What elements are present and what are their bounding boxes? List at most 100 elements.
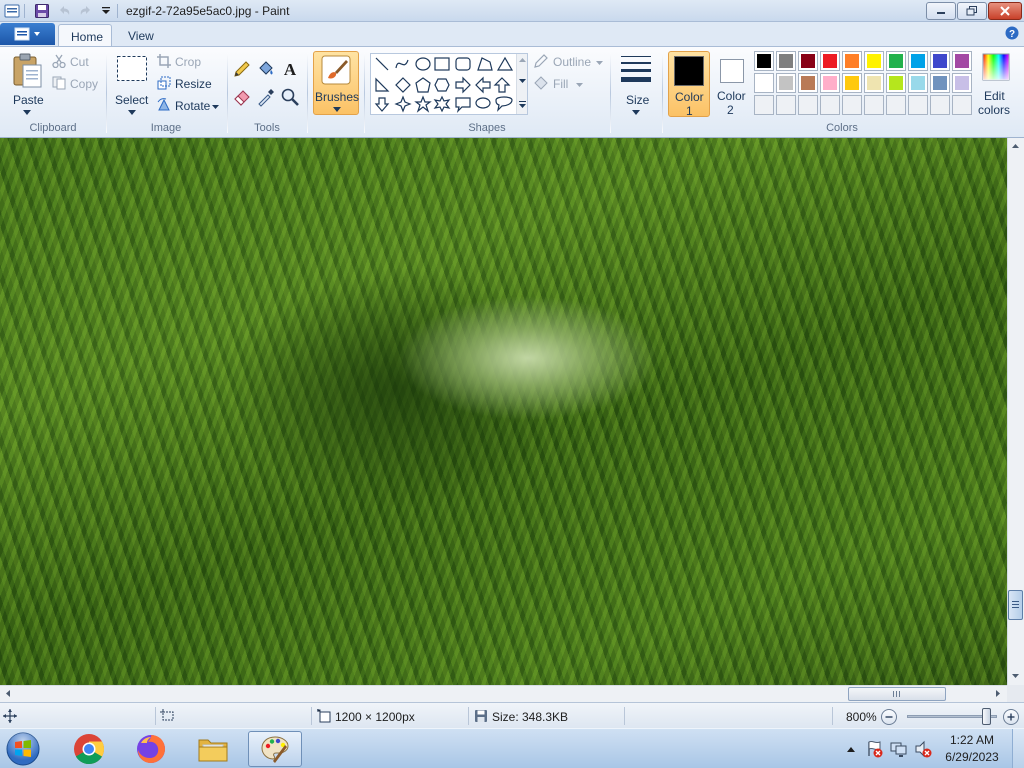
fill-button[interactable]: Fill — [533, 75, 585, 93]
color1-button[interactable]: Color 1 — [668, 51, 710, 118]
file-size: Size: 348.3KB — [492, 710, 569, 724]
clock-date[interactable]: 6/29/2023 — [940, 750, 1004, 764]
palette-color-fill — [867, 76, 881, 90]
zoom-out-button[interactable] — [881, 709, 897, 725]
eraser-tool[interactable] — [232, 87, 254, 109]
action-center-flag-icon[interactable] — [866, 740, 884, 758]
color1-number: 1 — [686, 104, 693, 118]
start-button[interactable] — [4, 731, 48, 767]
clock-time[interactable]: 1:22 AM — [940, 733, 1004, 747]
scroll-left-icon[interactable] — [1, 686, 16, 701]
copy-button[interactable]: Copy — [52, 75, 102, 93]
palette-custom-slot[interactable] — [842, 95, 862, 115]
palette-custom-slot[interactable] — [886, 95, 906, 115]
palette-custom-slot[interactable] — [754, 95, 774, 115]
fill-tool[interactable] — [256, 59, 278, 81]
pencil-tool[interactable] — [232, 59, 254, 81]
redo-icon[interactable] — [78, 3, 94, 19]
restore-button[interactable] — [957, 2, 987, 20]
select-button[interactable]: Select — [112, 51, 152, 119]
scroll-down-icon[interactable] — [1008, 668, 1023, 683]
palette-color-swatch[interactable] — [908, 73, 928, 93]
text-tool[interactable]: A — [280, 59, 302, 81]
palette-color-swatch[interactable] — [754, 73, 774, 93]
shapes-scrollbar[interactable] — [516, 54, 527, 114]
palette-custom-slot[interactable] — [798, 95, 818, 115]
palette-color-swatch[interactable] — [820, 51, 840, 71]
palette-color-swatch[interactable] — [908, 51, 928, 71]
palette-custom-slot[interactable] — [776, 95, 796, 115]
brushes-button[interactable]: Brushes — [313, 51, 359, 115]
palette-color-swatch[interactable] — [842, 51, 862, 71]
zoom-in-button[interactable] — [1003, 709, 1019, 725]
paste-button[interactable]: Paste — [6, 51, 48, 119]
palette-color-swatch[interactable] — [820, 73, 840, 93]
drawing-canvas[interactable] — [0, 138, 1007, 685]
horizontal-scroll-thumb[interactable] — [848, 687, 946, 701]
palette-custom-slot[interactable] — [930, 95, 950, 115]
palette-color-swatch[interactable] — [930, 73, 950, 93]
edit-colors-button[interactable]: Edit colors — [976, 51, 1016, 117]
taskbar-chrome[interactable] — [62, 731, 116, 767]
palette-color-swatch[interactable] — [776, 51, 796, 71]
color-picker-tool[interactable] — [256, 87, 278, 109]
palette-custom-slot[interactable] — [952, 95, 972, 115]
size-button[interactable]: Size — [616, 51, 656, 119]
resize-button[interactable]: Resize — [157, 75, 215, 93]
firefox-icon — [137, 735, 165, 763]
palette-color-swatch[interactable] — [798, 51, 818, 71]
undo-icon[interactable] — [56, 3, 72, 19]
minimize-button[interactable] — [926, 2, 956, 20]
magnifier-tool[interactable] — [280, 87, 302, 109]
palette-color-swatch[interactable] — [776, 73, 796, 93]
palette-color-fill — [801, 76, 815, 90]
customize-quick-access-icon[interactable] — [98, 3, 114, 19]
paint-menu-button[interactable] — [0, 23, 55, 45]
rotate-button[interactable]: Rotate — [157, 97, 221, 115]
zoom-slider-thumb[interactable] — [982, 708, 992, 725]
palette-custom-slot[interactable] — [864, 95, 884, 115]
close-button[interactable] — [988, 2, 1022, 20]
shapes-gallery[interactable] — [370, 53, 528, 115]
paint-app-icon[interactable] — [4, 3, 20, 19]
palette-color-swatch[interactable] — [842, 73, 862, 93]
save-icon[interactable] — [34, 3, 50, 19]
cut-button[interactable]: Cut — [52, 53, 98, 71]
magnifier-icon — [281, 88, 299, 106]
palette-color-swatch[interactable] — [886, 51, 906, 71]
shapes-scroll-up-icon — [519, 58, 526, 62]
taskbar-paint[interactable] — [248, 731, 302, 767]
color-palette — [754, 51, 976, 117]
palette-color-fill — [867, 54, 881, 68]
taskbar-explorer[interactable] — [186, 731, 240, 767]
crop-button[interactable]: Crop — [157, 53, 209, 71]
tab-view[interactable]: View — [116, 24, 166, 46]
palette-color-swatch[interactable] — [886, 73, 906, 93]
chrome-icon — [74, 734, 105, 765]
palette-color-swatch[interactable] — [930, 51, 950, 71]
copy-label: Copy — [70, 77, 99, 91]
outline-button[interactable]: Outline — [533, 53, 605, 71]
volume-muted-icon[interactable] — [914, 740, 932, 758]
palette-color-swatch[interactable] — [864, 51, 884, 71]
colors-group-label: Colors — [826, 122, 858, 134]
vertical-scroll-thumb[interactable] — [1008, 590, 1023, 620]
palette-color-swatch[interactable] — [754, 51, 774, 71]
taskbar-firefox[interactable] — [124, 731, 178, 767]
help-icon[interactable]: ? — [1005, 26, 1019, 40]
palette-color-swatch[interactable] — [952, 73, 972, 93]
scroll-right-icon[interactable] — [990, 686, 1005, 701]
scroll-up-icon[interactable] — [1008, 139, 1023, 154]
windows-start-icon — [6, 732, 40, 766]
palette-color-swatch[interactable] — [864, 73, 884, 93]
palette-custom-slot[interactable] — [820, 95, 840, 115]
tab-home[interactable]: Home — [58, 24, 112, 46]
fill-dropdown-icon — [576, 83, 583, 87]
network-icon[interactable] — [890, 740, 908, 758]
show-hidden-icons[interactable] — [846, 745, 856, 753]
palette-color-swatch[interactable] — [952, 51, 972, 71]
palette-color-swatch[interactable] — [798, 73, 818, 93]
palette-custom-slot[interactable] — [908, 95, 928, 115]
color2-button[interactable]: Color 2 — [712, 51, 752, 117]
show-desktop-button[interactable] — [1012, 729, 1024, 768]
